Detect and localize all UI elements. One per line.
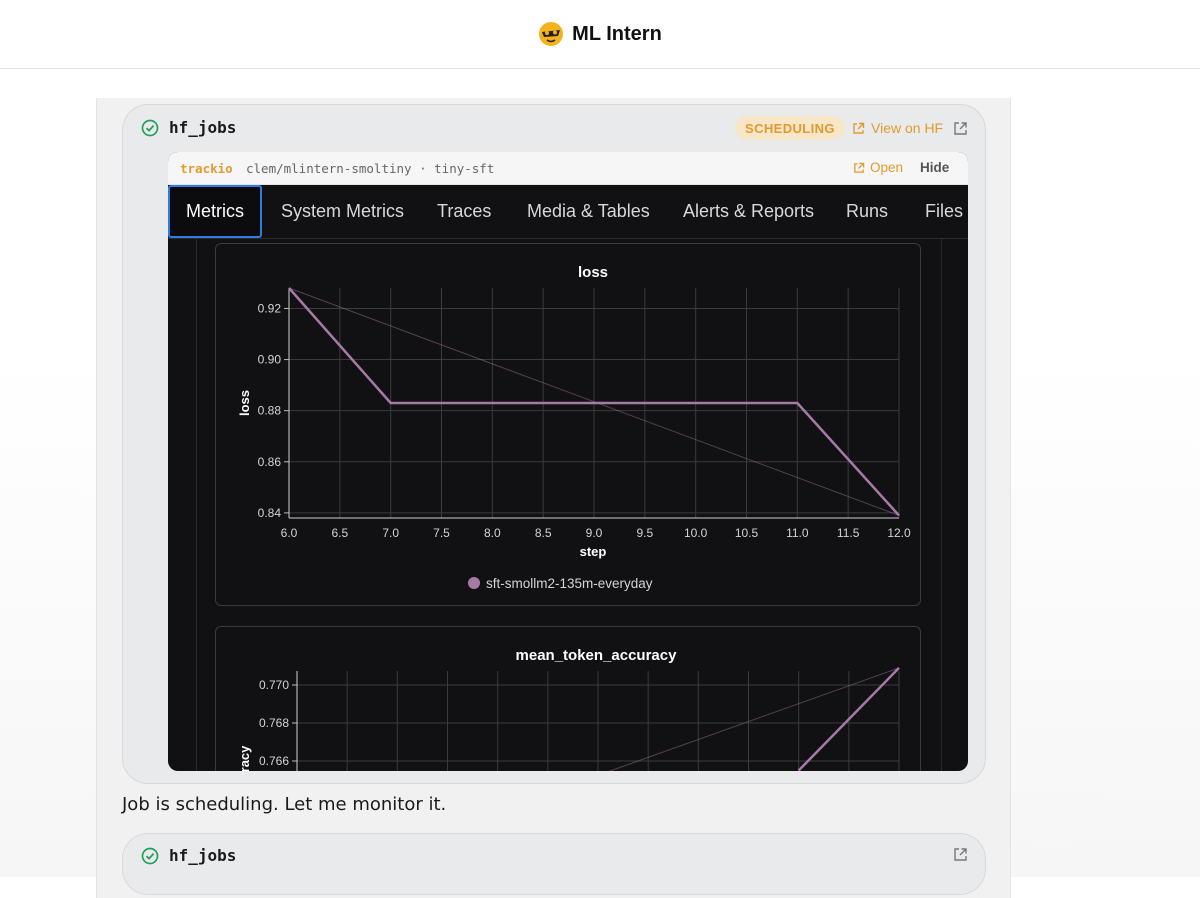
success-check-icon (141, 119, 159, 137)
tab-media-tables[interactable]: Media & Tables (527, 185, 650, 238)
trackio-panel-header: trackio clem/mlintern-smoltiny · tiny-sf… (168, 152, 968, 185)
y-tick-label: 0.88 (258, 404, 282, 418)
y-axis-label: accuracy (237, 745, 252, 771)
x-tick-label: 10.5 (735, 526, 759, 540)
tool-name: hf_jobs (169, 846, 237, 865)
tab-runs[interactable]: Runs (846, 185, 888, 238)
mean-token-accuracy-chart: mean_token_accuracy 0.770 0.768 0.766 accura… (237, 647, 900, 771)
x-tick-label: 7.5 (433, 526, 450, 540)
chart-title: mean_token_accuracy (516, 647, 678, 664)
y-tick-label: 0.768 (259, 716, 289, 730)
app-title: ML Intern (572, 22, 662, 45)
x-tick-label: 11.5 (837, 526, 860, 540)
x-tick-label: 7.0 (382, 526, 399, 540)
y-axis-label: loss (237, 390, 252, 416)
expand-external-icon[interactable] (953, 847, 968, 862)
x-tick-label: 9.0 (586, 526, 603, 540)
success-check-icon (141, 847, 159, 865)
trackio-tabs: Metrics System Metrics Traces Media & Ta… (168, 185, 968, 239)
x-tick-label: 8.0 (484, 526, 501, 540)
tab-system-metrics[interactable]: System Metrics (281, 185, 404, 238)
x-tick-label: 12.0 (887, 526, 911, 540)
y-tick-label: 0.90 (258, 353, 282, 367)
y-tick-label: 0.84 (258, 506, 282, 520)
tool-call-card-2: hf_jobs (122, 833, 986, 895)
tab-traces[interactable]: Traces (437, 185, 491, 238)
hide-button[interactable]: Hide (920, 160, 949, 175)
external-link-icon (853, 122, 865, 134)
legend-label: sft-smollm2-135m-everyday (486, 576, 653, 591)
run-path: clem/mlintern-smoltiny · tiny-sft (246, 161, 495, 176)
trackio-brand: trackio (180, 161, 233, 176)
loss-plot-card: loss 6.0 6.5 7.0 7.5 8.0 8.5 9.0 9.5 10.0 10.5 11.0… (215, 243, 921, 606)
assistant-message: Job is scheduling. Let me monitor it. (122, 794, 447, 815)
trackio-panel: trackio clem/mlintern-smoltiny · tiny-sf… (168, 152, 968, 771)
view-on-hf-link[interactable]: View on HF (852, 118, 943, 138)
ml-intern-logo-icon (539, 22, 564, 46)
x-tick-label: 9.5 (636, 526, 653, 540)
y-tick-label: 0.86 (258, 455, 282, 469)
x-tick-label: 6.5 (331, 526, 348, 540)
open-link[interactable]: Open (853, 160, 903, 175)
loss-chart: loss 6.0 6.5 7.0 7.5 8.0 8.5 9.0 9.5 10.0 10.5 11.0… (237, 264, 911, 591)
accuracy-plot-card: mean_token_accuracy 0.770 0.768 0.766 accura… (215, 626, 921, 771)
chart-title: loss (578, 264, 608, 281)
y-tick-label: 0.770 (259, 678, 289, 692)
view-on-hf-label: View on HF (871, 120, 944, 136)
x-tick-label: 8.5 (535, 526, 552, 540)
app-header: ML Intern (0, 0, 1200, 69)
tab-alerts-reports[interactable]: Alerts & Reports (683, 185, 814, 238)
tool-name: hf_jobs (169, 118, 237, 137)
x-tick-label: 11.0 (786, 526, 809, 540)
x-tick-label: 10.0 (684, 526, 708, 540)
expand-external-icon[interactable] (953, 121, 968, 136)
x-axis-label: step (580, 544, 607, 559)
tab-metrics[interactable]: Metrics (168, 185, 262, 238)
x-tick-label: 6.0 (281, 526, 298, 540)
status-badge: SCHEDULING (735, 116, 845, 140)
open-label: Open (870, 160, 904, 175)
tab-files[interactable]: Files (925, 185, 963, 238)
y-tick-label: 0.92 (258, 301, 282, 315)
y-tick-label: 0.766 (259, 754, 289, 768)
external-link-icon (854, 162, 865, 173)
legend-marker (468, 577, 480, 589)
